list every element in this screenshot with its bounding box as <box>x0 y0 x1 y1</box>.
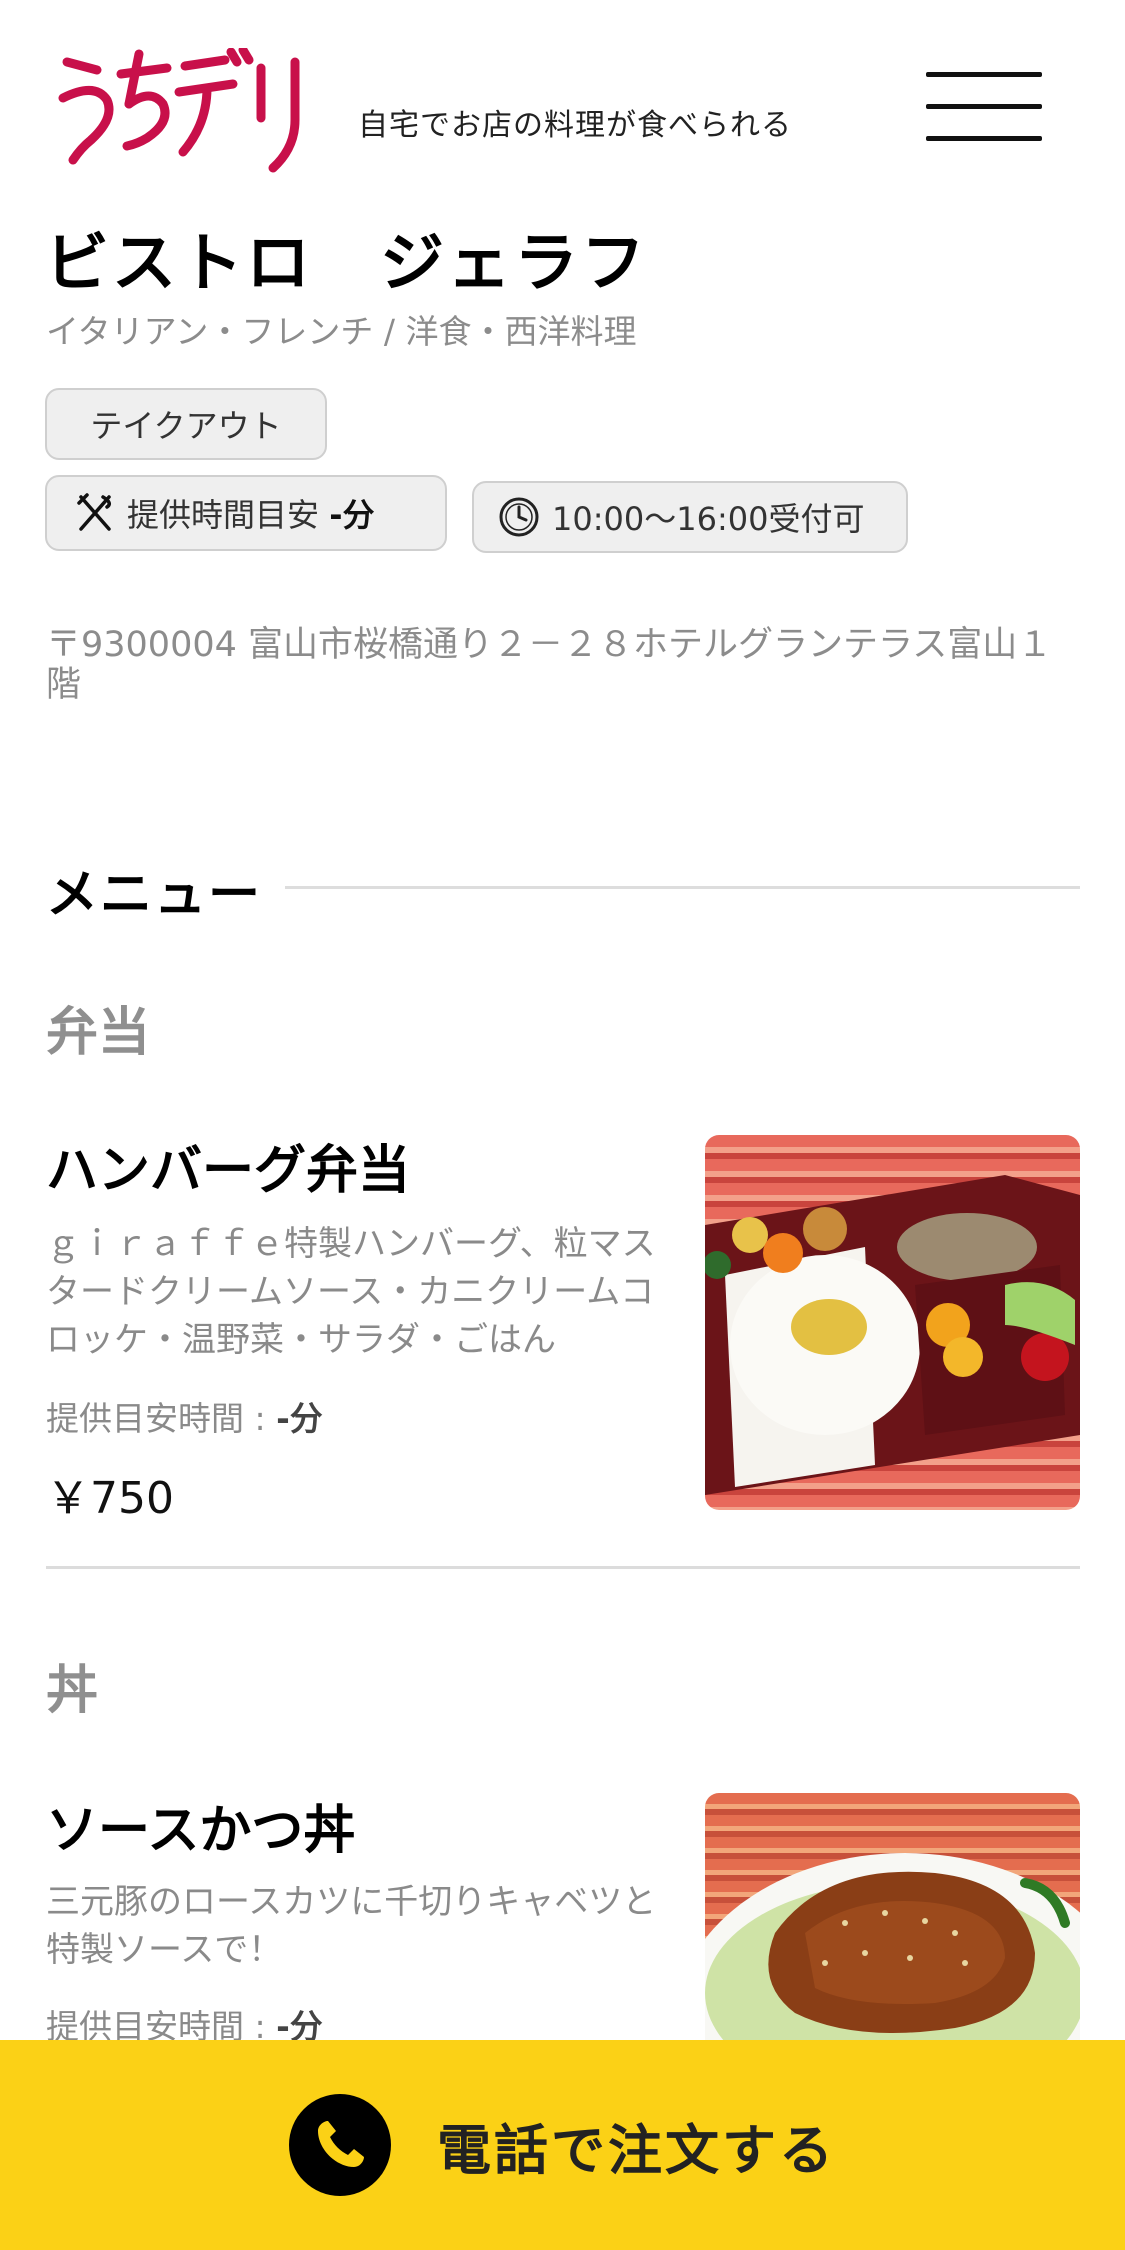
uchideri-logo[interactable] <box>55 48 315 176</box>
phone-order-button[interactable]: 電話で注文する <box>0 2040 1125 2250</box>
header: 自宅でお店の料理が食べられる <box>0 0 1125 200</box>
hours-badge: 10:00〜16:00受付可 <box>472 481 908 553</box>
menu-divider <box>46 1566 1080 1569</box>
prep-time-value: -分 <box>329 496 375 534</box>
menu-item-name: ハンバーグ弁当 <box>46 1141 411 1201</box>
phone-order-label: 電話で注文する <box>437 2118 836 2182</box>
hamburg-bento-photo[interactable] <box>705 1135 1080 1510</box>
menu-heading: メニュー <box>46 865 263 925</box>
menu-item-description: ｇｉｒａｆｆｅ特製ハンバーグ、粒マスタードクリームソース・カニクリームコロッケ・… <box>46 1224 656 1360</box>
page: 自宅でお店の料理が食べられる ビストロ ジェラフ イタリアン・フレンチ / 洋食… <box>0 0 1125 2250</box>
hamburger-icon <box>926 72 1042 77</box>
phone-icon <box>289 2094 391 2196</box>
shop-address: 〒9300004 富山市桜橋通り２－２８ホテルグランテラス富山１階 <box>46 625 1053 705</box>
shop-genre: イタリアン・フレンチ / 洋食・西洋料理 <box>46 312 637 351</box>
category-title-bento: 弁当 <box>46 1003 151 1063</box>
category-title-don: 丼 <box>46 1661 99 1721</box>
menu-item-description: 三元豚のロースカツに千切りキャベツと特製ソースで！ <box>46 1882 657 1970</box>
tagline: 自宅でお店の料理が食べられる <box>358 108 792 143</box>
takeout-badge: テイクアウト <box>45 388 327 460</box>
menu-item-name: ソースかつ丼 <box>46 1801 356 1861</box>
menu-heading-rule <box>285 886 1080 889</box>
hamburger-icon-line <box>926 136 1042 141</box>
menu-item-prep-time: 提供目安時間 : -分 <box>46 1392 323 1440</box>
prep-time-label: 提供時間目安 <box>127 496 320 534</box>
menu-item-price: ￥750 <box>46 1473 174 1524</box>
clock-icon <box>498 496 540 538</box>
hours-text: 10:00〜16:00受付可 <box>552 500 865 538</box>
hamburger-icon-line <box>926 104 1042 109</box>
prep-time-badge: 提供時間目安 -分 <box>45 475 447 551</box>
hamburger-menu-button[interactable] <box>918 70 1048 145</box>
shop-name: ビストロ ジェラフ <box>45 227 648 301</box>
prep-time-caption: 提供目安時間 : <box>46 1399 277 1438</box>
prep-time-minutes: -分 <box>276 1399 323 1438</box>
fork-knife-icon <box>75 493 115 533</box>
takeout-badge-label: テイクアウト <box>90 407 282 445</box>
